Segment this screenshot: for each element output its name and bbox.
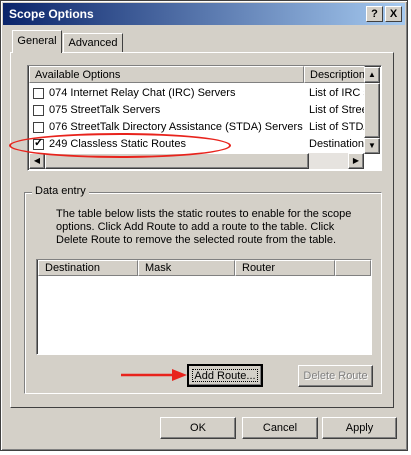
add-route-button[interactable]: Add Route...	[187, 364, 263, 387]
focus-ring	[192, 369, 258, 382]
close-button[interactable]: X	[385, 6, 402, 22]
column-header-description[interactable]: Description	[304, 66, 365, 83]
title-bar[interactable]: Scope Options ? X	[3, 3, 405, 25]
scroll-right-icon[interactable]: ▶	[348, 153, 364, 169]
column-header-mask[interactable]: Mask	[138, 260, 235, 276]
option-description: List of IRC s	[309, 87, 367, 99]
option-name: 075 StreetTalk Servers	[49, 104, 161, 116]
scroll-left-icon[interactable]: ◀	[29, 153, 45, 169]
option-checkbox[interactable]	[33, 105, 44, 116]
option-checkbox[interactable]	[33, 122, 44, 133]
highlight-ellipse-annotation	[9, 133, 231, 158]
tab-advanced[interactable]: Advanced	[63, 33, 123, 52]
help-button[interactable]: ?	[366, 6, 383, 22]
column-header-empty	[335, 260, 371, 276]
vertical-scrollbar[interactable]: ▲ ▼	[364, 67, 380, 154]
scroll-up-icon[interactable]: ▲	[364, 67, 380, 83]
ok-button[interactable]: OK	[160, 417, 236, 439]
scroll-down-icon[interactable]: ▼	[364, 138, 380, 154]
option-name: 074 Internet Relay Chat (IRC) Servers	[49, 87, 236, 99]
apply-button[interactable]: Apply	[322, 417, 397, 439]
delete-route-button[interactable]: Delete Route	[298, 365, 373, 387]
column-header-router[interactable]: Router	[235, 260, 335, 276]
option-description: List of Stree	[309, 104, 367, 116]
scrollbar-thumb[interactable]	[364, 83, 380, 138]
option-checkbox[interactable]	[33, 88, 44, 99]
option-description: List of STDA	[309, 121, 367, 133]
column-header-available-options[interactable]: Available Options	[29, 66, 304, 83]
routes-table[interactable]: Destination Mask Router	[36, 259, 372, 355]
window-title: Scope Options	[9, 7, 94, 21]
column-header-destination[interactable]: Destination	[38, 260, 138, 276]
option-description: Destination,	[309, 138, 367, 150]
list-item[interactable]: 075 StreetTalk Servers List of Stree	[30, 102, 367, 119]
tab-general[interactable]: General	[12, 30, 62, 53]
list-item[interactable]: 074 Internet Relay Chat (IRC) Servers Li…	[30, 85, 367, 102]
arrow-annotation-icon	[121, 369, 187, 381]
cancel-button[interactable]: Cancel	[242, 417, 318, 439]
data-entry-label: Data entry	[32, 185, 89, 197]
data-entry-description: The table below lists the static routes …	[56, 208, 352, 246]
